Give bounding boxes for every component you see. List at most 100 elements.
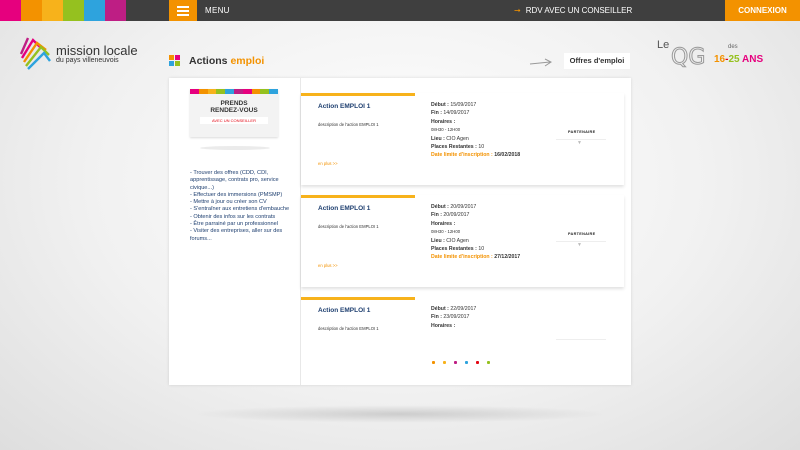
horaires-label: Horaires : (431, 220, 456, 227)
sidebar-list: - Trouver des offres (CDD, CDI, apprenti… (190, 170, 290, 243)
color-block (42, 0, 63, 21)
offer-accent-bar (301, 297, 415, 300)
offer-card[interactable]: Action EMPLOI 1 description de l'action … (301, 195, 624, 287)
mission-locale-logo-icon[interactable] (18, 36, 52, 72)
color-block (84, 0, 105, 21)
list-item: - Effectuer des immersions (PMSMP) (190, 191, 283, 198)
lieu-value: CIO Agen (446, 237, 469, 244)
list-item: - Visiter des entreprises, aller sur des… (190, 228, 283, 242)
horaires-label: Horaires : (431, 322, 456, 329)
rdv-card-line2: RENDEZ-VOUS (210, 107, 258, 114)
list-item: - Être parrainé par un professionnel (190, 221, 278, 228)
debut-value: 15/09/2017 (450, 102, 477, 108)
offer-description: description de l'action EMPLOI 1 (318, 224, 379, 229)
offer-name[interactable]: Action EMPLOI 1 (318, 103, 370, 110)
debut-label: Début : (431, 102, 449, 108)
qg-logo-icon[interactable]: QG (670, 42, 714, 69)
pagination-dot[interactable] (454, 361, 457, 364)
page-title: Actions emploi (189, 55, 264, 67)
offer-details: Début : 22/09/2017 Fin : 23/09/2017 Hora… (431, 305, 476, 330)
places-label: Places Restantes : (431, 246, 477, 253)
arrow-right-icon (529, 58, 552, 67)
offer-name[interactable]: Action EMPLOI 1 (318, 307, 370, 314)
offer-name[interactable]: Action EMPLOI 1 (318, 205, 370, 212)
horaires-value: 08H30 - 12H00 (431, 229, 461, 235)
horaires-label: Horaires : (431, 118, 456, 125)
qg-age-ans: ANS (742, 54, 764, 65)
qg-le: Le (657, 39, 670, 51)
lieu-value: CIO Agen (446, 135, 469, 142)
color-block (105, 0, 126, 21)
chevron-down-icon: ▼ (577, 140, 582, 146)
color-block (21, 0, 42, 21)
pagination-dots (432, 361, 490, 364)
horaires-value: 08H30 - 12H00 (431, 127, 461, 133)
qg-age: 16-25 ANS (714, 54, 763, 65)
rdv-card-shadow (200, 146, 270, 150)
hamburger-icon (177, 14, 189, 16)
rdv-link[interactable]: ➞ RDV AVEC UN CONSEILLER (514, 6, 632, 15)
partner-divider (556, 339, 606, 340)
rdv-card-stripe (190, 89, 278, 94)
fin-value: 23/09/2017 (443, 314, 470, 321)
fin-value: 20/09/2017 (443, 212, 470, 219)
offer-details: Début : 15/09/2017 Fin : 14/09/2017 Hora… (431, 101, 520, 160)
lieu-label: Lieu : (431, 135, 445, 142)
menu-label[interactable]: MENU (205, 6, 230, 15)
partner-name: PARTENAIRE (568, 130, 596, 134)
offer-accent-bar (301, 93, 415, 96)
color-block (63, 0, 84, 21)
pagination-dot[interactable] (487, 361, 490, 364)
hamburger-icon (177, 6, 189, 8)
places-value: 10 (478, 144, 485, 151)
title-part2: emploi (230, 55, 265, 67)
partner-logo (556, 331, 606, 361)
qg-age-25: 25 (728, 54, 740, 65)
offer-more-link[interactable]: en plus >> (318, 263, 338, 268)
rdv-label: RDV AVEC UN CONSEILLER (525, 6, 633, 15)
rdv-card-line1: PRENDS (220, 100, 248, 107)
floor-shadow (190, 405, 610, 423)
places-label: Places Restantes : (431, 144, 477, 151)
color-strip (0, 0, 126, 21)
limite-label: Date limite d'inscription : (431, 152, 493, 159)
debut-value: 20/09/2017 (450, 204, 477, 210)
color-block (0, 0, 21, 21)
list-item: - Obtenir des infos sur les contrats (190, 213, 276, 220)
connexion-button[interactable]: CONNEXION (725, 0, 800, 21)
list-item: - Trouver des offres (CDD, CDI, apprenti… (190, 170, 279, 191)
pagination-dot[interactable] (443, 361, 446, 364)
pagination-dot[interactable] (476, 361, 479, 364)
limite-value: 27/12/2017 (494, 254, 521, 261)
rdv-card-line3: AVEC UN CONSEILLER (200, 117, 268, 124)
arrow-right-icon: ➞ (514, 6, 521, 15)
fin-value: 14/09/2017 (443, 110, 470, 117)
fin-label: Fin : (431, 110, 442, 117)
offres-emploi-button[interactable]: Offres d'emploi (564, 53, 630, 69)
rdv-card[interactable]: PRENDS RENDEZ-VOUS AVEC UN CONSEILLER (190, 89, 278, 137)
title-part1: Actions (189, 55, 228, 67)
pagination-dot[interactable] (465, 361, 468, 364)
partner-logo[interactable]: PARTENAIRE ▼ (556, 127, 606, 157)
offer-more-link[interactable]: en plus >> (318, 161, 338, 166)
list-item: - S'entraîner aux entretiens d'embauche (190, 206, 290, 213)
qg-des: des (728, 44, 738, 50)
pagination-dot[interactable] (432, 361, 435, 364)
limite-value: 16/02/2018 (494, 152, 521, 159)
debut-value: 22/09/2017 (450, 306, 477, 312)
hamburger-icon (177, 10, 189, 12)
logo-subtitle: du pays villeneuvois (56, 57, 119, 64)
offer-card[interactable]: Action EMPLOI 1 description de l'action … (301, 93, 624, 185)
logo-title: mission locale (56, 43, 138, 58)
offer-description: description de l'action EMPLOI 1 (318, 122, 379, 127)
actions-icon (169, 55, 180, 66)
qg-age-16: 16 (714, 54, 726, 65)
partner-name: PARTENAIRE (568, 232, 596, 236)
lieu-label: Lieu : (431, 237, 445, 244)
debut-label: Début : (431, 204, 449, 210)
menu-button[interactable] (169, 0, 197, 21)
partner-logo[interactable]: PARTENAIRE ▼ (556, 229, 606, 259)
debut-label: Début : (431, 306, 449, 312)
offer-details: Début : 20/09/2017 Fin : 20/09/2017 Hora… (431, 203, 520, 262)
offer-card[interactable]: Action EMPLOI 1 description de l'action … (301, 297, 624, 357)
